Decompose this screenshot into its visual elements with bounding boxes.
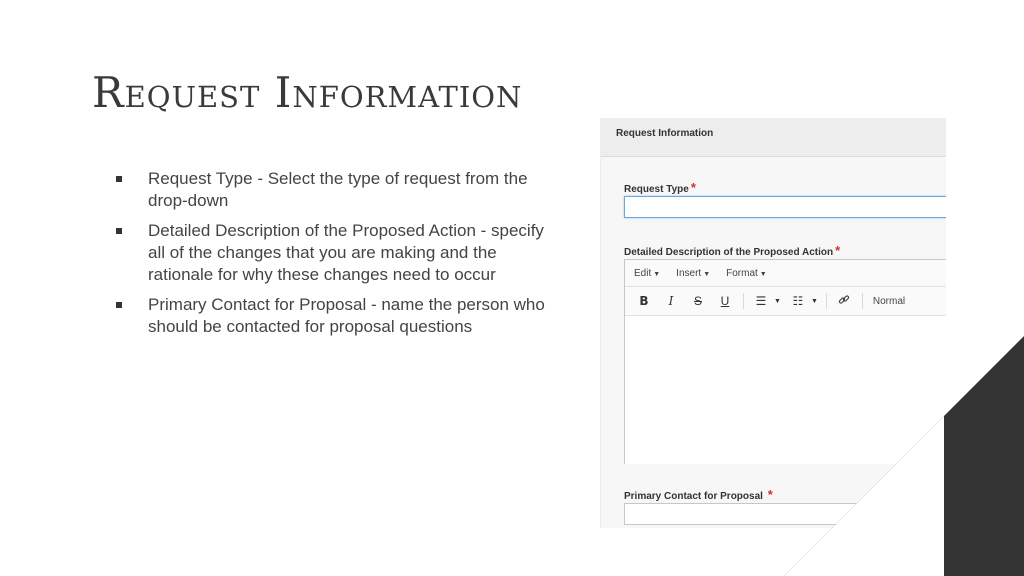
- description-label: Detailed Description of the Proposed Act…: [624, 243, 840, 258]
- toolbar-divider: [743, 293, 744, 309]
- corner-white-cut: [784, 416, 944, 576]
- editor-toolbar: B I S U ☰ ▼ ☷ ▼ Normal ▼: [625, 287, 946, 316]
- strikethrough-button[interactable]: S: [687, 294, 709, 308]
- bullet-text: Detailed Description of the Proposed Act…: [148, 221, 544, 284]
- bullet-list-icon[interactable]: ☰: [750, 294, 772, 308]
- toolbar-divider: [861, 293, 863, 309]
- required-mark: *: [690, 180, 696, 195]
- decorative-corner: [784, 336, 1024, 576]
- edit-menu-label: Edit: [634, 267, 652, 279]
- block-format-value: Normal: [872, 295, 906, 307]
- bullet-text: Primary Contact for Proposal - name the …: [148, 295, 545, 336]
- request-type-label-text: Request Type: [624, 184, 689, 195]
- bullet-text: Request Type - Select the type of reques…: [148, 169, 528, 210]
- bold-button[interactable]: B: [633, 294, 655, 308]
- format-menu-label: Format: [726, 267, 758, 279]
- block-format-select[interactable]: Normal ▼: [873, 296, 946, 307]
- primary-contact-label-text: Primary Contact for Proposal: [624, 491, 763, 502]
- insert-menu[interactable]: Insert ▼: [676, 268, 710, 279]
- bullet-marker: [116, 176, 122, 182]
- edit-menu[interactable]: Edit ▼: [634, 268, 660, 279]
- italic-button[interactable]: I: [660, 294, 682, 308]
- bullet-list: Request Type - Select the type of reques…: [112, 168, 552, 346]
- underline-button[interactable]: U: [714, 294, 736, 308]
- form-header: Request Information: [601, 118, 946, 157]
- editor-menubar: Edit ▼ Insert ▼ Format ▼: [625, 260, 946, 287]
- link-icon-glyph: [838, 294, 850, 304]
- bullet-item: Primary Contact for Proposal - name the …: [112, 294, 552, 338]
- bullet-marker: [116, 302, 122, 308]
- caret-down-icon[interactable]: ▼: [774, 298, 781, 305]
- request-type-label: Request Type *: [624, 180, 696, 195]
- caret-down-icon[interactable]: ▼: [811, 298, 818, 305]
- caret-down-icon: ▼: [653, 270, 661, 278]
- required-mark: *: [767, 487, 773, 502]
- numbered-list-icon[interactable]: ☷: [787, 294, 809, 308]
- bullet-marker: [116, 228, 122, 234]
- description-label-text: Detailed Description of the Proposed Act…: [624, 247, 834, 258]
- bullet-item: Detailed Description of the Proposed Act…: [112, 220, 552, 286]
- caret-down-icon: ▼: [759, 270, 767, 278]
- insert-menu-label: Insert: [676, 267, 702, 279]
- primary-contact-label: Primary Contact for Proposal *: [624, 487, 773, 502]
- slide-title: Request Information: [92, 68, 523, 117]
- toolbar-divider: [825, 293, 827, 309]
- request-type-dropdown[interactable]: [624, 196, 946, 218]
- link-icon[interactable]: [833, 294, 855, 309]
- bullet-item: Request Type - Select the type of reques…: [112, 168, 552, 212]
- caret-down-icon: ▼: [703, 270, 711, 278]
- required-mark: *: [835, 243, 841, 258]
- format-menu[interactable]: Format ▼: [726, 268, 767, 279]
